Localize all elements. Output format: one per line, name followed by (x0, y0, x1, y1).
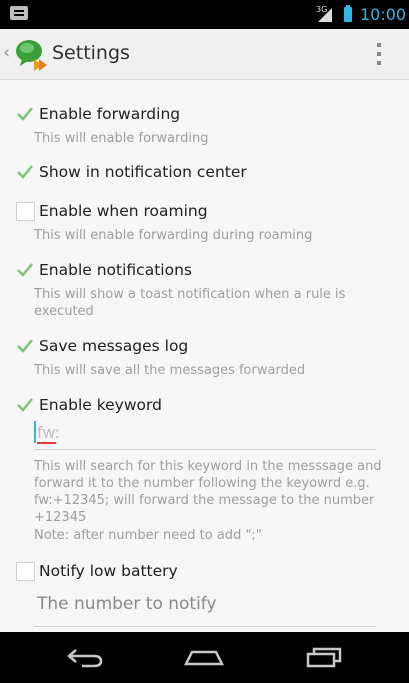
pref-save-messages-log[interactable]: Save messages log This will save all the… (0, 334, 409, 384)
notify-number-placeholder: The number to notify (37, 594, 217, 614)
navigation-bar (0, 632, 409, 683)
keyword-input[interactable]: fw: (34, 421, 376, 450)
settings-list[interactable]: Enable forwarding This will enable forwa… (0, 80, 409, 632)
checkbox-unchecked[interactable] (16, 202, 35, 221)
status-bar: 3G 10:00 (0, 0, 409, 29)
pref-title: Save messages log (39, 337, 189, 355)
pref-notify-low-battery[interactable]: Notify low battery (0, 559, 409, 591)
status-clock: 10:00 (360, 5, 407, 24)
battery-icon (344, 5, 352, 22)
pref-title: Enable notifications (39, 261, 192, 279)
page-title: Settings (52, 42, 130, 64)
pref-summary: This will save all the messages forwarde… (34, 363, 306, 378)
check-icon[interactable] (16, 261, 34, 279)
signal-icon (318, 8, 332, 22)
text-cursor (34, 421, 36, 443)
pref-title: Enable keyword (39, 396, 162, 414)
pref-enable-roaming[interactable]: Enable when roaming This will enable for… (0, 199, 409, 249)
overflow-menu-icon[interactable] (370, 40, 388, 68)
pref-title: Enable forwarding (39, 105, 181, 123)
pref-summary: This will show a toast notification when… (34, 287, 346, 319)
check-icon[interactable] (16, 105, 34, 123)
check-icon[interactable] (16, 396, 34, 414)
spellcheck-underline (37, 442, 56, 444)
pref-title: Enable when roaming (39, 202, 208, 220)
action-bar: ‹ Settings (0, 29, 409, 80)
back-icon[interactable] (66, 646, 104, 668)
notification-icon (10, 6, 28, 20)
check-icon[interactable] (16, 337, 34, 355)
keyword-value: fw: (37, 423, 60, 442)
pref-title: Show in notification center (39, 163, 247, 181)
check-icon[interactable] (16, 163, 34, 181)
app-logo-icon[interactable] (14, 37, 48, 71)
pref-show-notification-center[interactable]: Show in notification center (0, 160, 409, 192)
notify-number-input[interactable]: The number to notify (34, 590, 376, 627)
checkbox-unchecked[interactable] (16, 562, 35, 581)
keyword-help-text: This will search for this keyword in the… (34, 459, 382, 525)
pref-enable-forwarding[interactable]: Enable forwarding This will enable forwa… (0, 102, 409, 152)
recent-apps-icon[interactable] (306, 646, 344, 668)
pref-summary: This will enable forwarding during roami… (34, 228, 313, 243)
up-caret-icon[interactable]: ‹ (3, 42, 10, 63)
pref-summary: This will enable forwarding (34, 131, 209, 146)
pref-title: Notify low battery (39, 562, 178, 580)
home-icon[interactable] (184, 646, 224, 668)
pref-enable-notifications[interactable]: Enable notifications This will show a to… (0, 258, 409, 324)
keyword-note-text: Note: after number need to add ";" (34, 528, 262, 543)
